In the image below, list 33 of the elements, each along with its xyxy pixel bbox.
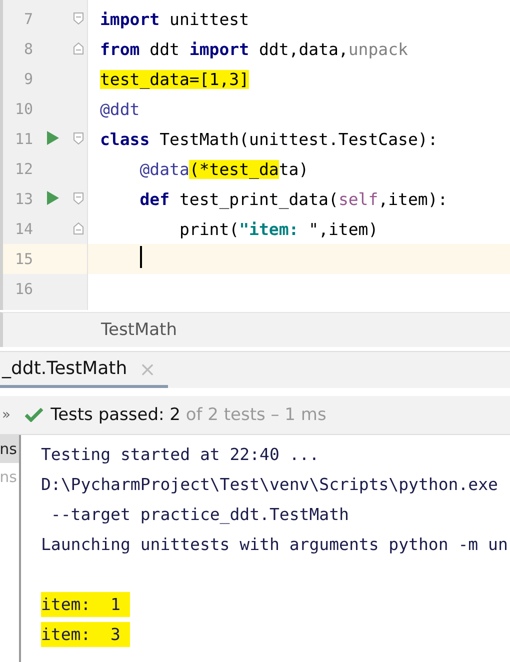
test-status: Tests passed: 2 of 2 tests – 1 ms (50, 405, 326, 425)
line-number: 9 (22, 70, 33, 88)
tree-item[interactable]: ns (0, 435, 19, 463)
fold-icon[interactable] (72, 132, 84, 145)
line-number: 10 (14, 100, 33, 118)
code-line: import unittest (100, 10, 250, 28)
code-line: def test_print_data(self,item): (138, 190, 448, 208)
line-number: 11 (14, 130, 33, 148)
fold-icon[interactable] (72, 222, 84, 235)
line-number: 16 (14, 280, 33, 298)
line-number: 15 (14, 250, 33, 268)
fold-icon[interactable] (72, 42, 84, 55)
more-button[interactable]: » (2, 407, 11, 423)
line-number: 7 (22, 10, 33, 28)
fold-icon[interactable] (72, 192, 84, 205)
console-line: Launching unittests with arguments python -m un (41, 534, 508, 554)
code-line: print("item: ",item) (178, 220, 378, 238)
console-line: D:\PycharmProject\Test\venv\Scripts\python.exe (41, 474, 498, 494)
run-icon[interactable] (47, 191, 59, 205)
breadcrumb[interactable]: TestMath (101, 320, 178, 340)
code-line: class TestMath(unittest.TestCase): (100, 130, 438, 148)
line-number: 12 (14, 160, 33, 178)
run-icon[interactable] (47, 131, 59, 145)
console-line: Testing started at 22:40 ... (41, 444, 320, 464)
console-line: --target practice_ddt.TestMath (50, 504, 349, 524)
check-icon (24, 408, 43, 422)
code-line: from ddt import ddt,data,unpack (100, 40, 408, 58)
line-number: 14 (14, 220, 33, 238)
fold-icon[interactable] (72, 12, 84, 25)
text-cursor (140, 246, 142, 268)
line-number: 8 (22, 40, 33, 58)
line-number: 13 (14, 190, 33, 208)
code-line: @ddt (100, 100, 140, 118)
